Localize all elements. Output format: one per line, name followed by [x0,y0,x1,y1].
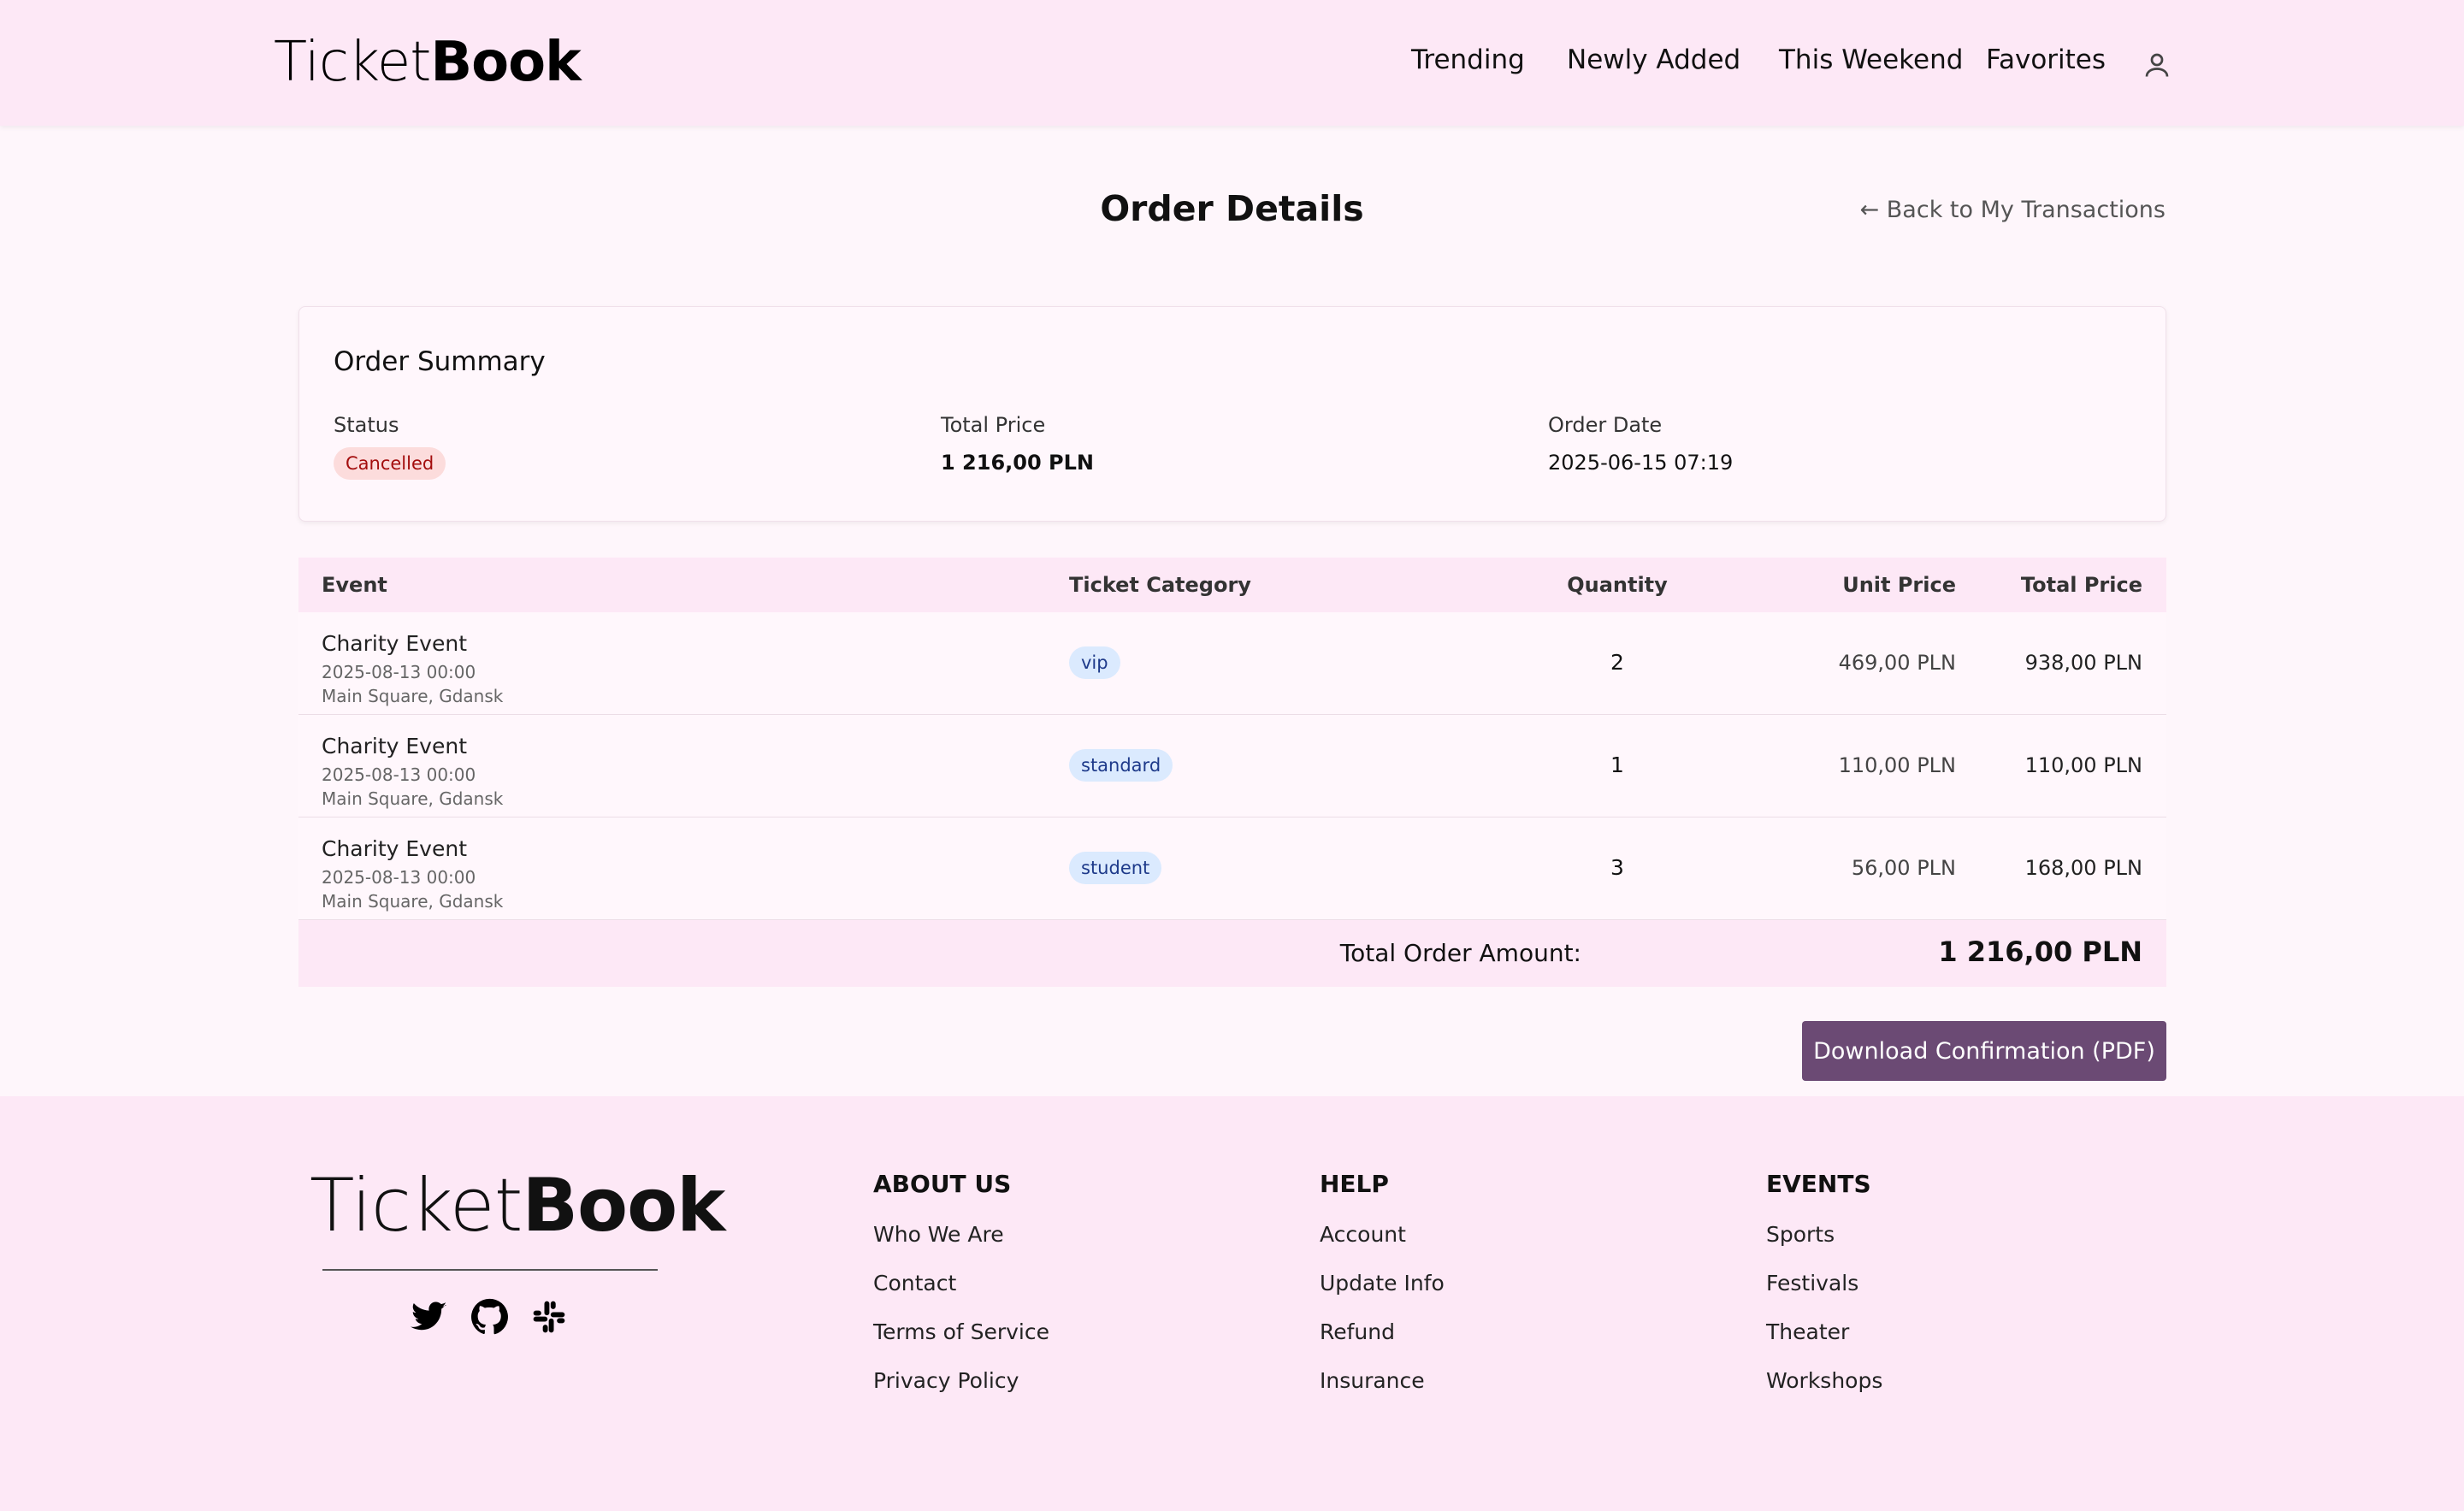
unit-price: 469,00 PLN [1838,651,1956,675]
status-group: Status Cancelled [334,413,446,480]
footer-about-us: ABOUT US Who We Are Contact Terms of Ser… [873,1170,1049,1393]
footer-link-refund[interactable]: Refund [1320,1319,1445,1344]
footer-link-workshops[interactable]: Workshops [1766,1368,1882,1393]
logo-light-text: Ticket [274,31,431,94]
footer-help: HELP Account Update Info Refund Insuranc… [1320,1170,1445,1393]
header-quantity: Quantity [1567,573,1668,597]
event-date: 2025-08-13 00:00 [322,764,476,785]
footer-link-sports[interactable]: Sports [1766,1222,1882,1247]
event-location: Main Square, Gdansk [322,891,504,912]
order-date-value: 2025-06-15 07:19 [1548,451,1734,475]
footer-heading: ABOUT US [873,1170,1012,1198]
order-total-row: Total Order Amount: 1 216,00 PLN [298,920,2166,987]
ticket-category-badge: vip [1069,646,1120,679]
site-logo[interactable]: TicketBook [274,31,582,94]
order-date-group: Order Date 2025-06-15 07:19 [1548,413,1733,475]
nav-this-weekend[interactable]: This Weekend [1779,44,1963,75]
total-price-group: Total Price 1 216,00 PLN [941,413,1094,475]
event-location: Main Square, Gdansk [322,788,504,809]
site-footer: TicketBook ABOUT US Who We Are Contact T… [0,1096,2464,1511]
row-total-price: 938,00 PLN [2024,651,2142,675]
total-order-amount-label: Total Order Amount: [1339,939,1581,967]
quantity: 3 [1610,855,1624,880]
slack-icon[interactable] [530,1298,568,1336]
back-to-transactions-link[interactable]: ← Back to My Transactions [1860,197,2166,223]
footer-heading: HELP [1320,1170,1389,1198]
nav-newly-added[interactable]: Newly Added [1567,44,1740,75]
footer-link-theater[interactable]: Theater [1766,1319,1882,1344]
table-header: Event Ticket Category Quantity Unit Pric… [298,558,2166,612]
footer-logo[interactable]: TicketBook [310,1163,725,1248]
ticket-category-badge: student [1069,852,1162,884]
order-summary-card: Order Summary Status Cancelled Total Pri… [298,306,2166,522]
footer-link-festivals[interactable]: Festivals [1766,1271,1882,1296]
header-event: Event [322,573,387,597]
total-order-amount-value: 1 216,00 PLN [1938,936,2142,968]
event-date: 2025-08-13 00:00 [322,867,476,888]
quantity: 2 [1610,650,1624,675]
footer-logo-bold-text: Book [522,1163,725,1248]
download-confirmation-button[interactable]: Download Confirmation (PDF) [1802,1021,2166,1081]
table-row: Charity Event 2025-08-13 00:00 Main Squa… [298,715,2166,817]
order-summary-title: Order Summary [334,346,546,377]
order-date-label: Order Date [1548,413,1663,437]
footer-events: EVENTS Sports Festivals Theater Workshop… [1766,1170,1882,1393]
footer-link-update-info[interactable]: Update Info [1320,1271,1445,1296]
row-total-price: 110,00 PLN [2024,753,2142,777]
header-unit-price: Unit Price [1842,573,1956,597]
event-date: 2025-08-13 00:00 [322,662,476,682]
footer-link-privacy[interactable]: Privacy Policy [873,1368,1049,1393]
footer-link-contact[interactable]: Contact [873,1271,1049,1296]
table-row: Charity Event 2025-08-13 00:00 Main Squa… [298,817,2166,920]
user-icon[interactable] [2142,50,2172,80]
footer-link-account[interactable]: Account [1320,1222,1445,1247]
nav-favorites[interactable]: Favorites [1986,44,2106,75]
footer-link-who-we-are[interactable]: Who We Are [873,1222,1049,1247]
footer-link-insurance[interactable]: Insurance [1320,1368,1445,1393]
logo-bold-text: Book [430,31,581,94]
total-price-label: Total Price [941,413,1046,437]
header-total-price: Total Price [2020,573,2142,597]
footer-divider [322,1269,658,1271]
footer-heading: EVENTS [1766,1170,1871,1198]
header-ticket-category: Ticket Category [1069,573,1251,597]
order-items-table: Event Ticket Category Quantity Unit Pric… [298,558,2166,987]
nav-trending[interactable]: Trending [1411,44,1525,75]
table-row: Charity Event 2025-08-13 00:00 Main Squa… [298,612,2166,715]
github-icon[interactable] [470,1298,508,1336]
unit-price: 110,00 PLN [1838,753,1956,777]
quantity: 1 [1610,753,1624,777]
event-name: Charity Event [322,836,468,861]
footer-logo-light-text: Ticket [310,1163,523,1248]
site-header: TicketBook Trending Newly Added This Wee… [0,0,2464,126]
event-name: Charity Event [322,631,468,656]
unit-price: 56,00 PLN [1851,856,1956,880]
twitter-icon[interactable] [411,1298,448,1336]
event-name: Charity Event [322,734,468,758]
total-price-value: 1 216,00 PLN [941,451,1094,475]
event-location: Main Square, Gdansk [322,686,504,706]
status-label: Status [334,413,399,437]
status-badge: Cancelled [334,447,446,480]
footer-link-terms[interactable]: Terms of Service [873,1319,1049,1344]
row-total-price: 168,00 PLN [2024,856,2142,880]
ticket-category-badge: standard [1069,749,1173,782]
